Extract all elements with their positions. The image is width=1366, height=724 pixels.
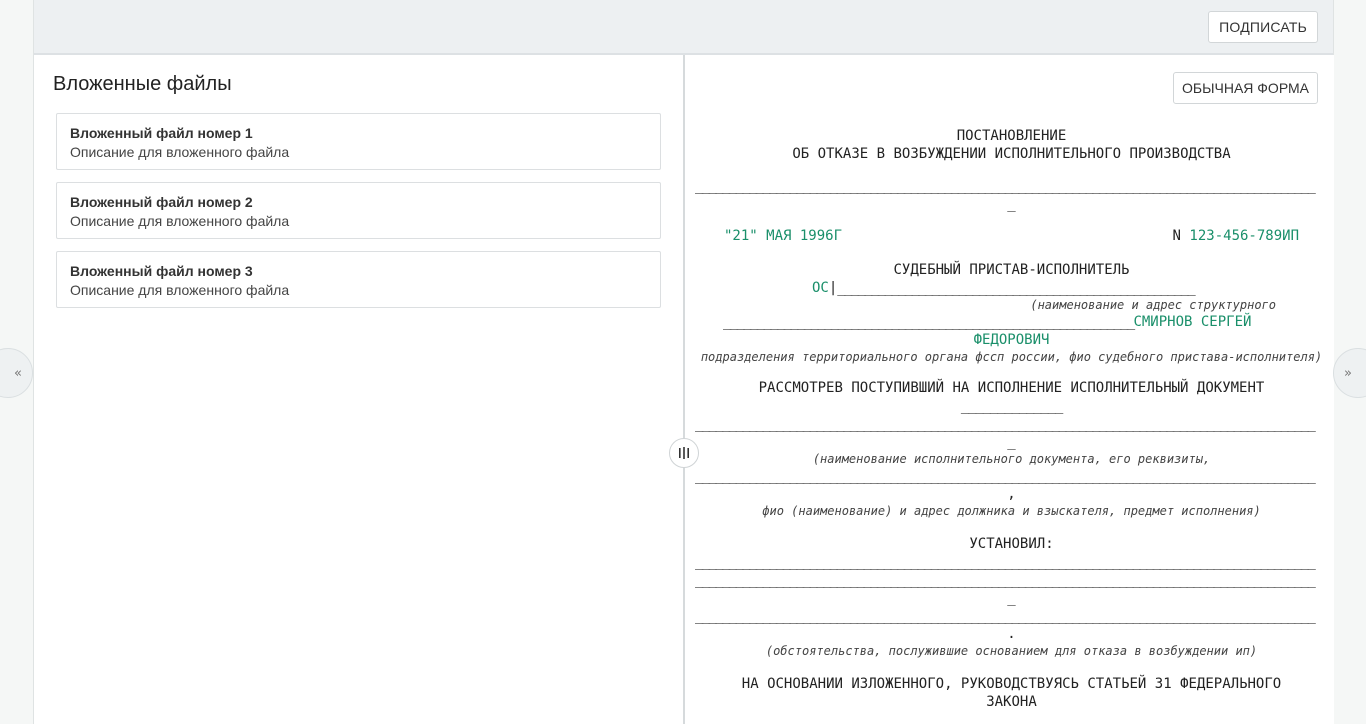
- attachment-description: Описание для вложенного файла: [70, 144, 290, 160]
- fill-line-comma: ,: [1007, 486, 1016, 502]
- prev-page-button[interactable]: «: [0, 348, 33, 398]
- attachment-item-1[interactable]: Вложенный файл номер 1 Описание для влож…: [56, 113, 661, 170]
- doc-number-value: 123-456-789ИП: [1189, 228, 1299, 244]
- fill-line: ________________________________________…: [695, 608, 1316, 624]
- attachment-description: Описание для вложенного файла: [70, 213, 290, 229]
- attachment-name: Вложенный файл номер 1: [70, 125, 253, 141]
- fill-line-tail: _: [1007, 196, 1016, 212]
- attachment-name: Вложенный файл номер 2: [70, 194, 253, 210]
- app-window: ПОДПИСАТЬ Вложенные файлы Вложенный файл…: [33, 0, 1334, 724]
- attachments-title: Вложенные файлы: [53, 73, 232, 95]
- fill-line: ________________________________________…: [695, 572, 1316, 588]
- short-fill-line: ______________: [960, 398, 1063, 414]
- exec-doc-note: (наименование исполнительного документа,…: [812, 452, 1211, 466]
- debtor-note: фио (наименование) и адрес должника и вз…: [762, 504, 1261, 518]
- basis-line2: ЗАКОНА: [986, 694, 1037, 710]
- bailiff-note: подразделения территориального органа фс…: [700, 350, 1323, 364]
- doc-title-line2: ОБ ОТКАЗЕ В ВОЗБУЖДЕНИИ ИСПОЛНИТЕЛЬНОГО …: [792, 146, 1231, 162]
- splitter-handle[interactable]: [669, 438, 699, 468]
- department-note: (наименование и адрес структурного: [1030, 298, 1276, 312]
- bailiff-name-line: ________________________________________…: [723, 314, 1252, 330]
- double-chevron-left-icon: «: [14, 365, 22, 381]
- fill-line: ________________________________________…: [695, 178, 1316, 194]
- fill-line-period: .: [1007, 626, 1016, 642]
- normal-form-button[interactable]: ОБЫЧНАЯ ФОРМА: [1173, 72, 1318, 104]
- sign-button[interactable]: ПОДПИСАТЬ: [1208, 11, 1318, 43]
- circumstances-note: (обстоятельства, послужившие основанием …: [765, 644, 1258, 658]
- fill-line-tail: _: [1007, 590, 1016, 606]
- bailiff-heading: СУДЕБНЫЙ ПРИСТАВ-ИСПОЛНИТЕЛЬ: [893, 262, 1130, 278]
- resize-handle-icon: [679, 447, 689, 459]
- bailiff-name-1: СМИРНОВ СЕРГЕЙ: [1133, 314, 1252, 330]
- doc-number: N 123-456-789ИП: [1173, 227, 1299, 245]
- fill-line: ________________________________________…: [695, 554, 1316, 570]
- review-text: РАССМОТРЕВ ПОСТУПИВШИЙ НА ИСПОЛНЕНИЕ ИСП…: [758, 380, 1265, 396]
- date-number-row: "21" МАЯ 1996Г N 123-456-789ИП: [695, 227, 1328, 245]
- double-chevron-right-icon: »: [1344, 365, 1352, 381]
- department-line: ОС|_____________________________________…: [812, 280, 1196, 296]
- department-value: ОС: [812, 280, 829, 296]
- bailiff-name-2: ФЕДОРОВИЧ: [973, 332, 1050, 348]
- attachment-description: Описание для вложенного файла: [70, 282, 290, 298]
- doc-title-line1: ПОСТАНОВЛЕНИЕ: [956, 128, 1067, 144]
- doc-date: "21" МАЯ 1996Г: [724, 227, 842, 245]
- attachment-item-2[interactable]: Вложенный файл номер 2 Описание для влож…: [56, 182, 661, 239]
- fill-line-tail: _: [1007, 434, 1016, 450]
- established-heading: УСТАНОВИЛ:: [969, 536, 1054, 552]
- fill-line: ________________________________________…: [695, 468, 1316, 484]
- attachments-list: Вложенный файл номер 1 Описание для влож…: [56, 113, 661, 320]
- attachments-panel: Вложенные файлы Вложенный файл номер 1 О…: [34, 55, 683, 724]
- top-toolbar: ПОДПИСАТЬ: [34, 0, 1333, 55]
- doc-date-day: "21": [724, 228, 758, 244]
- attachment-item-3[interactable]: Вложенный файл номер 3 Описание для влож…: [56, 251, 661, 308]
- fill-line: ________________________________________…: [695, 416, 1316, 432]
- doc-number-prefix: N: [1172, 228, 1181, 244]
- document-viewer: ОБЫЧНАЯ ФОРМА ПОСТАНОВЛЕНИЕ ОБ ОТКАЗЕ В …: [685, 55, 1334, 724]
- document-body: ПОСТАНОВЛЕНИЕ ОБ ОТКАЗЕ В ВОЗБУЖДЕНИИ ИС…: [695, 127, 1328, 711]
- attachment-name: Вложенный файл номер 3: [70, 263, 253, 279]
- basis-line1: НА ОСНОВАНИИ ИЗЛОЖЕННОГО, РУКОВОДСТВУЯСЬ…: [741, 676, 1282, 692]
- doc-date-month-year: МАЯ 1996Г: [766, 228, 843, 244]
- next-page-button[interactable]: »: [1333, 348, 1366, 398]
